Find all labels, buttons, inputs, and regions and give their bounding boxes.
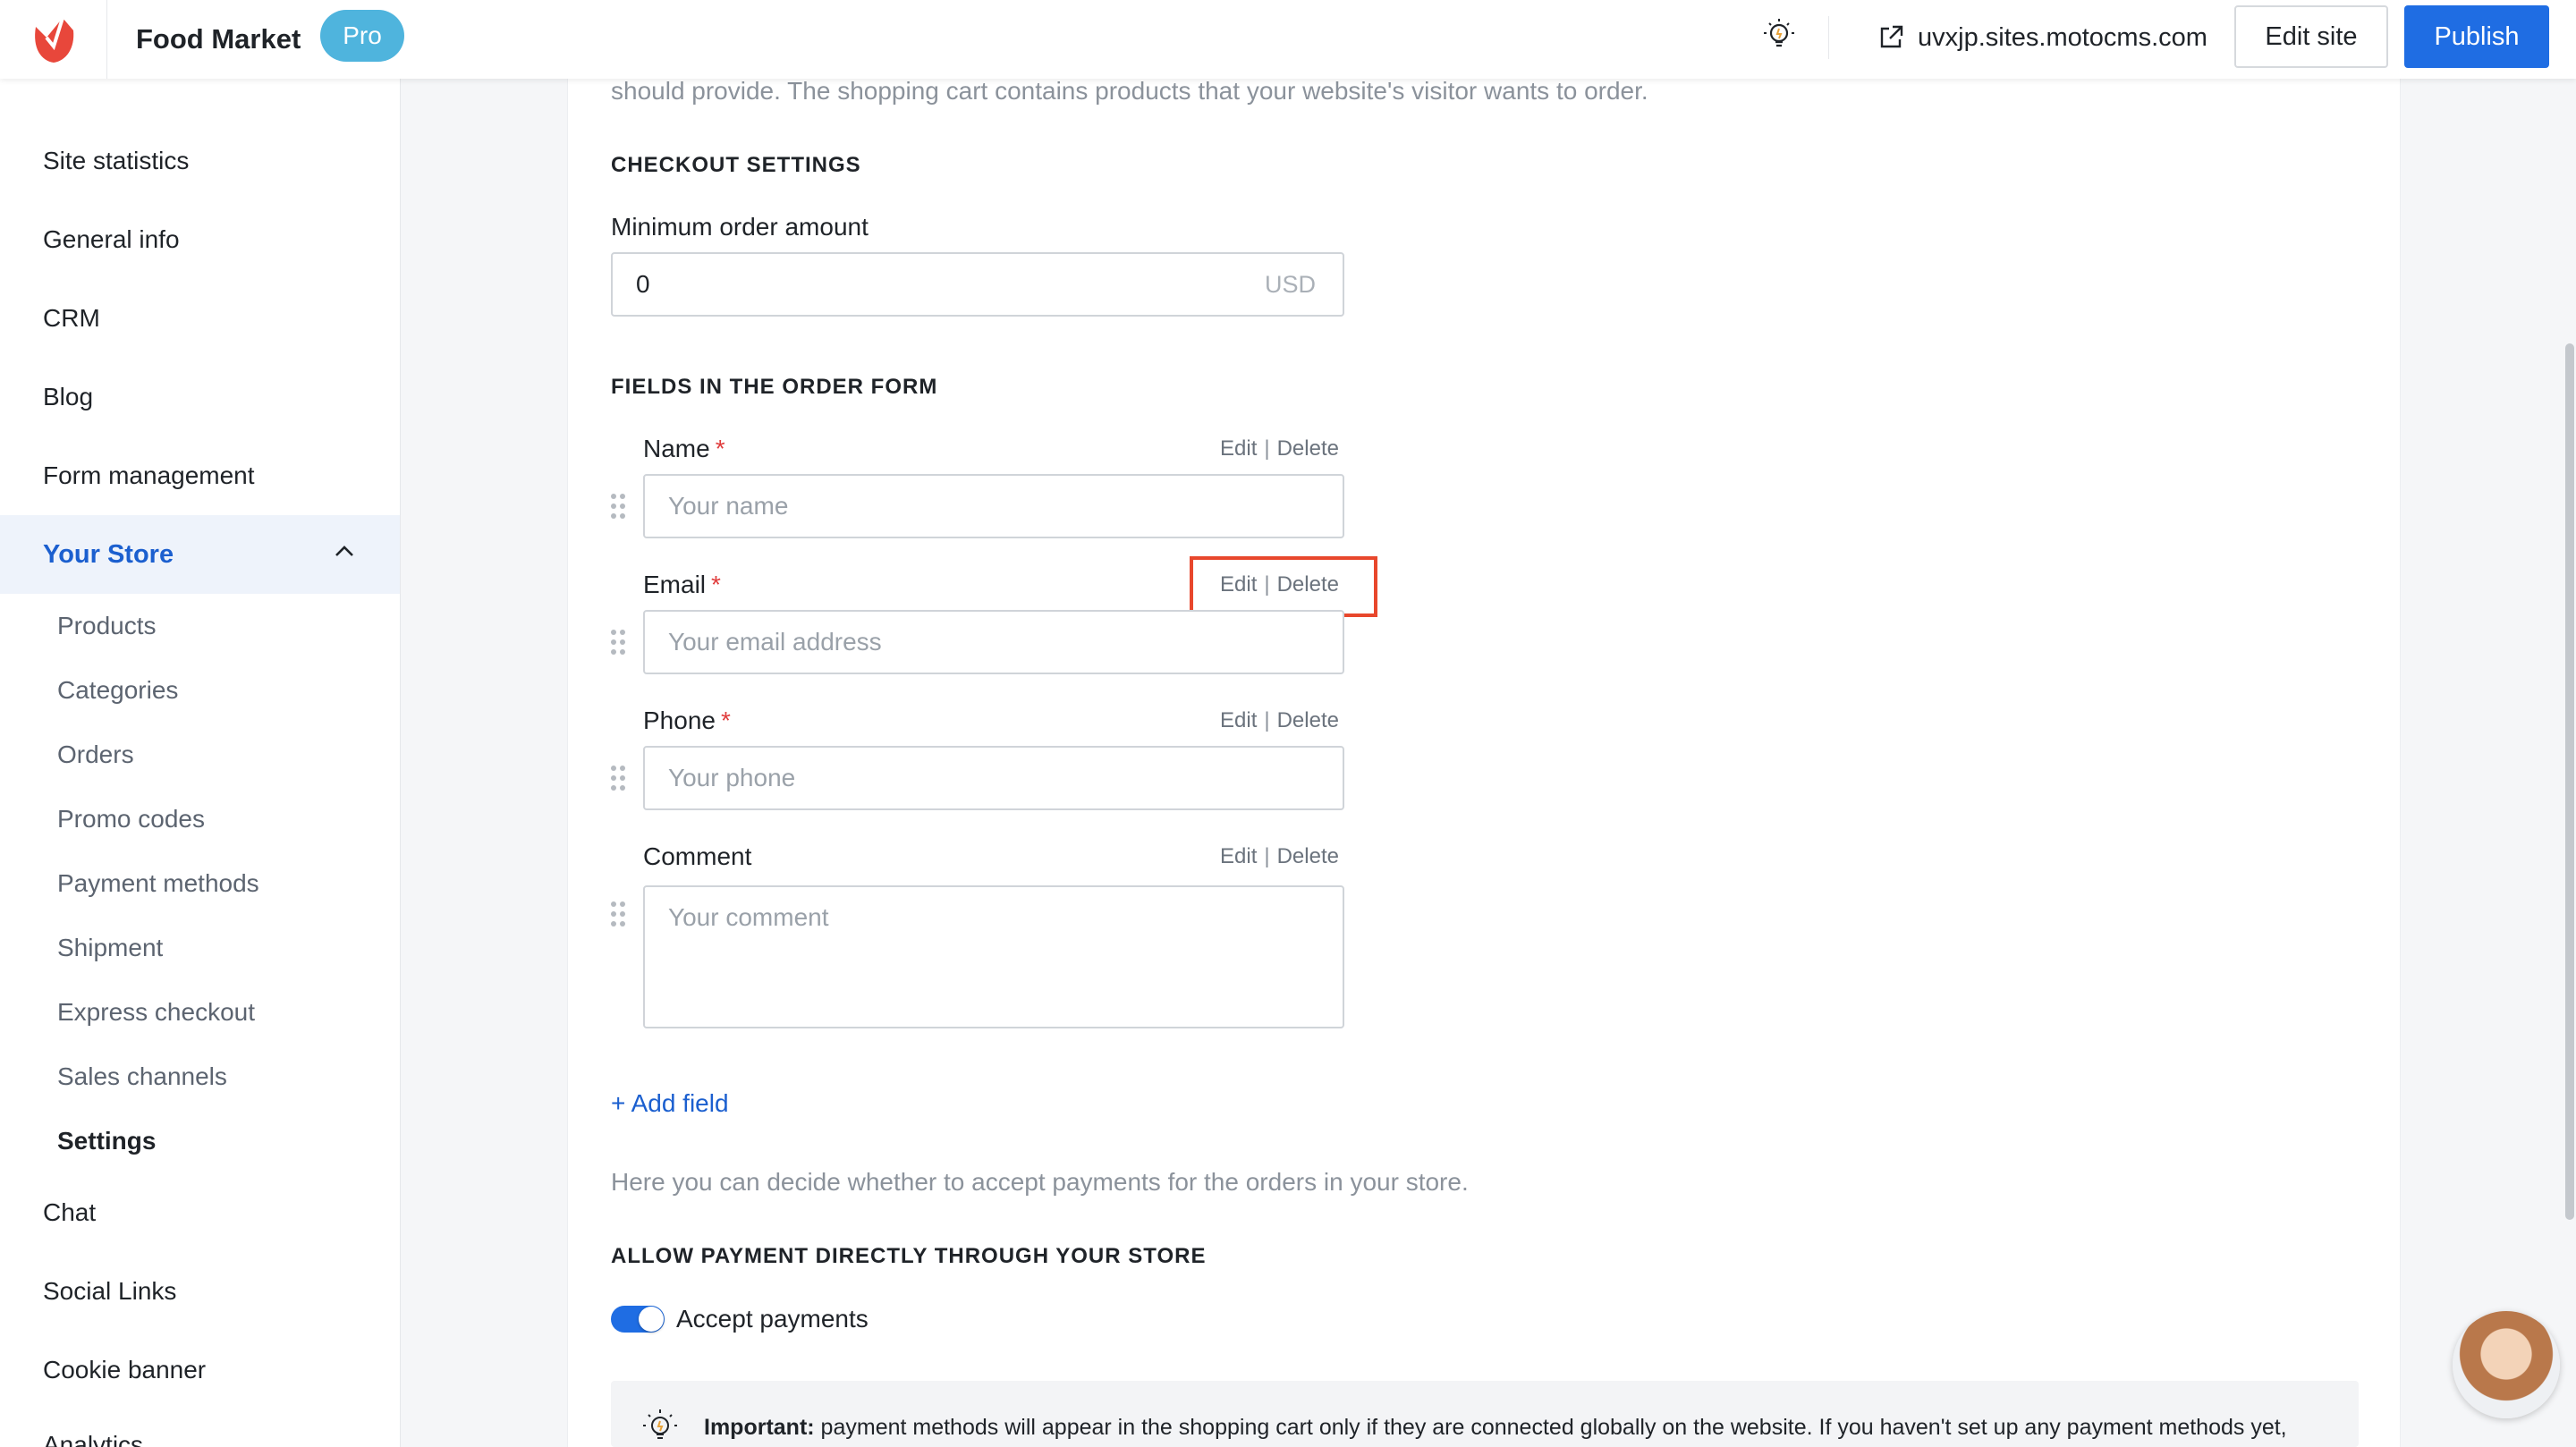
delete-link[interactable]: Delete <box>1277 708 1339 732</box>
drag-handle-icon[interactable] <box>609 764 627 792</box>
currency-suffix: USD <box>1264 270 1316 298</box>
min-order-value: 0 <box>636 270 650 298</box>
name-placeholder: Your name <box>668 492 789 520</box>
delete-link[interactable]: Delete <box>1277 572 1339 597</box>
sidebar-item-form-management[interactable]: Form management <box>43 458 255 494</box>
field-label-phone-text: Phone <box>643 707 716 734</box>
sidebar-subitem-sales-channels[interactable]: Sales channels <box>57 1059 227 1095</box>
tips-button[interactable] <box>1755 11 1803 59</box>
edit-site-button[interactable]: Edit site <box>2234 5 2388 68</box>
min-order-input[interactable]: 0 USD <box>611 252 1344 317</box>
sidebar-item-chat[interactable]: Chat <box>43 1195 96 1231</box>
min-order-label: Minimum order amount <box>611 213 869 241</box>
scrollbar-thumb[interactable] <box>2565 343 2574 1220</box>
edit-link[interactable]: Edit <box>1220 844 1257 868</box>
sidebar-subitem-express-checkout[interactable]: Express checkout <box>57 994 255 1030</box>
payment-notice-text: Important: payment methods will appear i… <box>704 1411 2287 1443</box>
drag-handle-icon[interactable] <box>609 628 627 656</box>
sidebar-item-site-statistics[interactable]: Site statistics <box>43 143 189 179</box>
delete-link[interactable]: Delete <box>1277 844 1339 868</box>
logo[interactable] <box>0 0 107 79</box>
top-divider <box>1828 16 1829 59</box>
allow-payment-heading: ALLOW PAYMENT DIRECTLY THROUGH YOUR STOR… <box>611 1244 1207 1268</box>
notice-body: payment methods will appear in the shopp… <box>814 1415 2287 1440</box>
sidebar-item-social-links[interactable]: Social Links <box>43 1274 176 1309</box>
sidebar-item-analytics[interactable]: Analytics <box>43 1427 143 1447</box>
field-actions-name: Edit | Delete <box>1220 434 1339 464</box>
drag-handle-icon[interactable] <box>609 900 627 928</box>
sidebar-subitem-payment-methods[interactable]: Payment methods <box>57 866 259 901</box>
sidebar-subitem-products[interactable]: Products <box>57 608 157 644</box>
edit-link[interactable]: Edit <box>1220 436 1257 461</box>
sidebar-item-your-store-label: Your Store <box>43 540 174 569</box>
cart-intro-text: should provide. The shopping cart contai… <box>611 77 1648 105</box>
comment-placeholder: Your comment <box>668 903 829 931</box>
support-chat-avatar[interactable] <box>2453 1311 2560 1418</box>
accept-payments-toggle[interactable] <box>611 1306 665 1333</box>
comment-textarea[interactable]: Your comment <box>643 885 1344 1028</box>
order-form-fields-heading: FIELDS IN THE ORDER FORM <box>611 375 938 399</box>
sidebar-subitem-settings[interactable]: Settings <box>57 1123 156 1159</box>
motocms-logo-icon <box>34 17 73 63</box>
add-field-link[interactable]: + Add field <box>611 1086 729 1121</box>
action-separator: | <box>1264 572 1270 597</box>
field-actions-phone: Edit | Delete <box>1220 706 1339 736</box>
sidebar-subitem-shipment[interactable]: Shipment <box>57 930 163 966</box>
sidebar-item-cookie-banner[interactable]: Cookie banner <box>43 1352 206 1388</box>
sidebar-item-crm[interactable]: CRM <box>43 300 100 336</box>
sidebar-subitem-orders[interactable]: Orders <box>57 737 134 773</box>
pro-badge: Pro <box>320 10 404 62</box>
publish-button[interactable]: Publish <box>2404 5 2549 68</box>
toggle-knob <box>639 1307 664 1332</box>
sidebar-item-blog[interactable]: Blog <box>43 379 93 415</box>
sidebar-item-your-store[interactable]: Your Store <box>0 515 400 594</box>
field-label-email-text: Email <box>643 571 707 598</box>
accept-payments-label: Accept payments <box>676 1305 869 1333</box>
payment-notice: Important: payment methods will appear i… <box>611 1381 2359 1447</box>
payments-info-text: Here you can decide whether to accept pa… <box>611 1168 1469 1196</box>
notice-strong: Important: <box>704 1415 815 1440</box>
phone-input[interactable]: Your phone <box>643 746 1344 810</box>
delete-link[interactable]: Delete <box>1277 436 1339 461</box>
site-url-text: uvxjp.sites.motocms.com <box>1918 22 2207 52</box>
sidebar-item-general-info[interactable]: General info <box>43 222 180 258</box>
app-title: Food Market <box>136 23 301 55</box>
field-actions-email: Edit | Delete <box>1220 570 1339 600</box>
field-actions-comment: Edit | Delete <box>1220 842 1339 872</box>
lightbulb-icon <box>643 1409 677 1439</box>
name-input[interactable]: Your name <box>643 474 1344 538</box>
edit-link[interactable]: Edit <box>1220 708 1257 732</box>
lightbulb-icon <box>1764 19 1794 47</box>
required-mark: * <box>711 571 721 598</box>
external-link-icon <box>1880 25 1903 48</box>
phone-placeholder: Your phone <box>668 764 796 791</box>
field-label-comment: Comment <box>643 842 752 870</box>
email-placeholder: Your email address <box>668 628 882 656</box>
required-mark: * <box>715 435 725 462</box>
field-label-email: Email * <box>643 567 721 603</box>
edit-link[interactable]: Edit <box>1220 572 1257 597</box>
top-bar: Food Market Pro uvxjp.sites.motocms.com … <box>0 0 2576 79</box>
field-label-phone: Phone * <box>643 703 731 739</box>
action-separator: | <box>1264 844 1270 868</box>
sidebar-subitem-promo-codes[interactable]: Promo codes <box>57 801 205 837</box>
action-separator: | <box>1264 436 1270 461</box>
sidebar-subitem-categories[interactable]: Categories <box>57 673 178 708</box>
email-input[interactable]: Your email address <box>643 610 1344 674</box>
chevron-up-icon[interactable] <box>331 538 358 565</box>
required-mark: * <box>720 707 731 734</box>
action-separator: | <box>1264 708 1270 732</box>
sidebar: Site statistics General info CRM Blog Fo… <box>0 79 401 1447</box>
site-url-link[interactable]: uvxjp.sites.motocms.com <box>1877 18 2207 57</box>
drag-handle-icon[interactable] <box>609 492 627 520</box>
checkout-settings-heading: CHECKOUT SETTINGS <box>611 153 861 177</box>
field-label-name: Name * <box>643 431 725 467</box>
field-label-name-text: Name <box>643 435 710 462</box>
